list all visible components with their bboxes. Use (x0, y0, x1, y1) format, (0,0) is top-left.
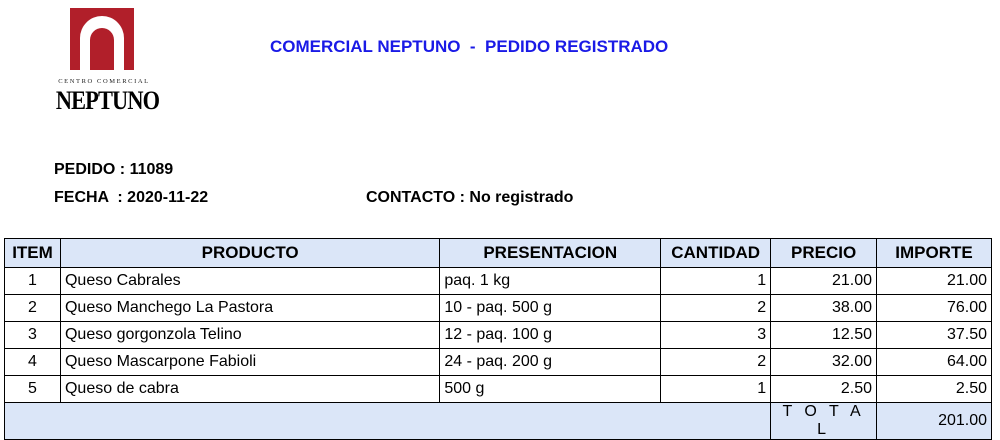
cell-producto: Queso gorgonzola Telino (59, 321, 441, 349)
total-label: T O T A L (770, 402, 878, 440)
cell-importe: 2.50 (876, 375, 992, 403)
cell-precio: 38.00 (770, 294, 878, 322)
cell-producto: Queso Mascarpone Fabioli (59, 348, 441, 376)
cell-cantidad: 3 (660, 321, 772, 349)
cell-cantidad: 2 (660, 294, 772, 322)
column-header-cantidad: CANTIDAD (660, 238, 772, 268)
cell-presentacion: 500 g (439, 375, 662, 403)
cell-importe: 64.00 (876, 348, 992, 376)
neptuno-logo-mark (70, 8, 134, 70)
cell-item: 3 (4, 321, 61, 349)
page-title: COMERCIAL NEPTUNO - PEDIDO REGISTRADO (270, 37, 669, 56)
column-header-presentacion: PRESENTACION (439, 238, 662, 268)
cell-item: 1 (4, 267, 61, 295)
cell-producto: Queso de cabra (59, 375, 441, 403)
cell-importe: 76.00 (876, 294, 992, 322)
cell-importe: 21.00 (876, 267, 992, 295)
cell-precio: 21.00 (770, 267, 878, 295)
table-row: 2 Queso Manchego La Pastora 10 - paq. 50… (4, 294, 992, 322)
table-row: 1 Queso Cabrales paq. 1 kg 1 21.00 21.00 (4, 267, 992, 295)
total-value: 201.00 (876, 402, 992, 440)
column-header-producto: PRODUCTO (59, 238, 441, 268)
table-header-row: ITEM PRODUCTO PRESENTACION CANTIDAD PREC… (4, 238, 992, 268)
total-row: T O T A L 201.00 (3, 402, 992, 440)
table-row: 5 Queso de cabra 500 g 1 2.50 2.50 (4, 375, 992, 403)
company-logo: CENTRO COMERCIAL NEPTUNO (48, 8, 160, 115)
order-contact: CONTACTO : No registrado (366, 189, 574, 206)
cell-precio: 2.50 (770, 375, 878, 403)
column-header-item: ITEM (4, 238, 61, 268)
cell-producto: Queso Manchego La Pastora (59, 294, 441, 322)
cell-producto: Queso Cabrales (59, 267, 441, 295)
cell-importe: 37.50 (876, 321, 992, 349)
cell-cantidad: 1 (660, 267, 772, 295)
order-items-table: ITEM PRODUCTO PRESENTACION CANTIDAD PREC… (3, 238, 992, 440)
order-number: PEDIDO : 11089 (54, 161, 174, 178)
cell-cantidad: 1 (660, 375, 772, 403)
table-row: 4 Queso Mascarpone Fabioli 24 - paq. 200… (4, 348, 992, 376)
logo-name: NEPTUNO (55, 86, 160, 115)
total-spacer (3, 402, 771, 440)
cell-item: 2 (4, 294, 61, 322)
cell-precio: 32.00 (770, 348, 878, 376)
cell-cantidad: 2 (660, 348, 772, 376)
cell-presentacion: 10 - paq. 500 g (439, 294, 662, 322)
logo-subtitle: CENTRO COMERCIAL (58, 78, 150, 85)
column-header-importe: IMPORTE (876, 238, 992, 268)
cell-presentacion: 24 - paq. 200 g (439, 348, 662, 376)
table-row: 3 Queso gorgonzola Telino 12 - paq. 100 … (4, 321, 992, 349)
cell-item: 4 (4, 348, 61, 376)
column-header-precio: PRECIO (770, 238, 878, 268)
order-date: FECHA : 2020-11-22 (54, 189, 209, 206)
cell-presentacion: paq. 1 kg (439, 267, 662, 295)
cell-precio: 12.50 (770, 321, 878, 349)
cell-item: 5 (4, 375, 61, 403)
cell-presentacion: 12 - paq. 100 g (439, 321, 662, 349)
